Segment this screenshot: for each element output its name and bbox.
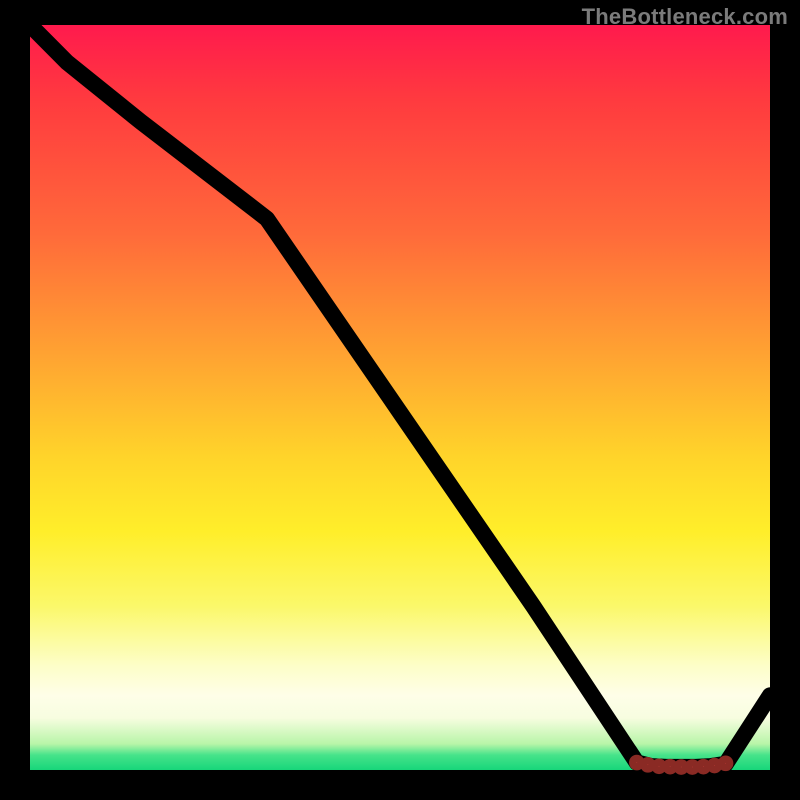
chart-svg [30,25,770,770]
marker-dot [655,762,663,770]
marker-dot [699,763,707,771]
marker-dot [633,758,641,766]
marker-dot [722,759,730,767]
marker-dot [710,761,718,769]
marker-dot [677,763,685,771]
marker-dot [666,763,674,771]
plot-area [30,25,770,770]
marker-dots-group [633,758,730,771]
marker-dot [644,761,652,769]
data-line [30,25,770,767]
marker-dot [688,763,696,771]
chart-frame: TheBottleneck.com [0,0,800,800]
